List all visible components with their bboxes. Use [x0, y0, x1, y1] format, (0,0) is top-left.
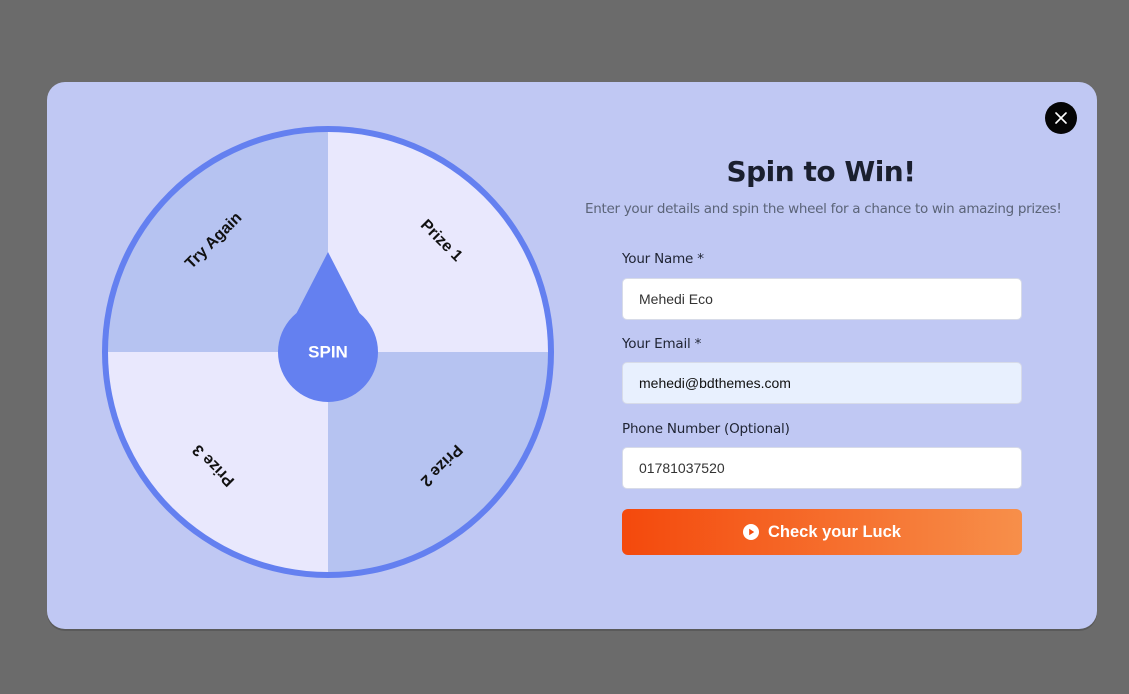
name-label: Your Name *	[622, 251, 704, 267]
check-luck-label: Check your Luck	[768, 522, 901, 541]
close-button[interactable]	[1045, 102, 1077, 134]
check-luck-button[interactable]: Check your Luck	[622, 509, 1022, 555]
modal-title: Spin to Win!	[726, 155, 916, 188]
spin-label: SPIN	[308, 342, 348, 361]
email-label: Your Email *	[622, 336, 702, 352]
phone-label: Phone Number (Optional)	[622, 421, 790, 437]
email-input[interactable]	[622, 362, 1022, 404]
play-circle-icon	[743, 524, 760, 540]
signup-form: Spin to Win! Enter your details and spin…	[585, 82, 1062, 629]
spin-to-win-modal: Try Again Prize 1 Prize 2 Prize 3 SPIN S…	[47, 82, 1097, 629]
modal-subtitle: Enter your details and spin the wheel fo…	[585, 201, 1062, 217]
prize-wheel[interactable]: Try Again Prize 1 Prize 2 Prize 3 SPIN	[98, 122, 558, 582]
phone-input[interactable]	[622, 447, 1022, 489]
name-input[interactable]	[622, 278, 1022, 320]
close-icon	[1055, 112, 1067, 124]
